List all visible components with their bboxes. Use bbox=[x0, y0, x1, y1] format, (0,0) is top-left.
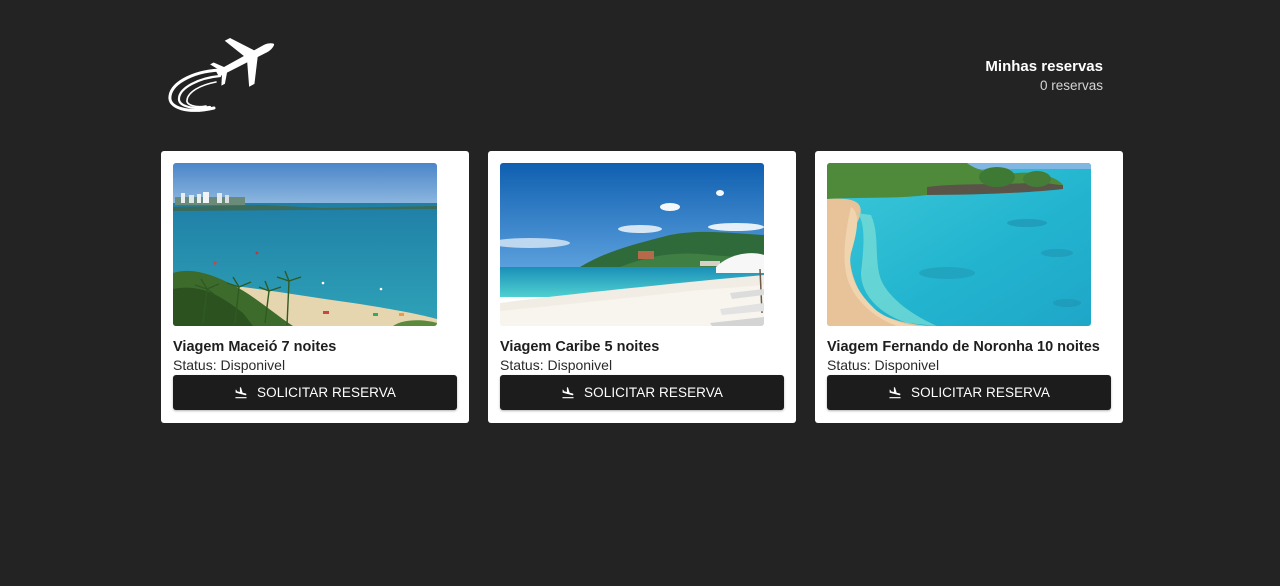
trip-cards: Viagem Maceió 7 noites Status: Disponive… bbox=[161, 151, 1123, 423]
beach-photo-caribe bbox=[500, 163, 764, 326]
trip-card-noronha: Viagem Fernando de Noronha 10 noites Sta… bbox=[815, 151, 1123, 423]
request-reservation-button[interactable]: SOLICITAR RESERVA bbox=[173, 375, 457, 410]
trip-name: Viagem Caribe 5 noites bbox=[500, 339, 660, 355]
flight-land-icon bbox=[889, 386, 901, 398]
request-reservation-label: SOLICITAR RESERVA bbox=[584, 385, 723, 400]
beach-photo-maceio bbox=[173, 163, 437, 326]
trip-card-maceio: Viagem Maceió 7 noites Status: Disponive… bbox=[161, 151, 469, 423]
airplane-logo-icon[interactable] bbox=[166, 30, 278, 118]
my-reservations-link[interactable]: Minhas reservas 0 reservas bbox=[985, 58, 1103, 96]
flight-land-icon bbox=[235, 386, 247, 398]
my-reservations-title: Minhas reservas bbox=[985, 58, 1103, 75]
flight-land-icon bbox=[562, 386, 574, 398]
page: Minhas reservas 0 reservas Viagem Maceió… bbox=[0, 0, 1280, 586]
trip-status: Status: Disponivel bbox=[173, 357, 286, 373]
trip-status: Status: Disponivel bbox=[500, 357, 613, 373]
beach-photo-noronha bbox=[827, 163, 1091, 326]
trip-name: Viagem Maceió 7 noites bbox=[173, 339, 337, 355]
request-reservation-label: SOLICITAR RESERVA bbox=[911, 385, 1050, 400]
request-reservation-label: SOLICITAR RESERVA bbox=[257, 385, 396, 400]
trip-status: Status: Disponivel bbox=[827, 357, 940, 373]
request-reservation-button[interactable]: SOLICITAR RESERVA bbox=[827, 375, 1111, 410]
trip-card-caribe: Viagem Caribe 5 noites Status: Disponive… bbox=[488, 151, 796, 423]
request-reservation-button[interactable]: SOLICITAR RESERVA bbox=[500, 375, 784, 410]
reservations-count: 0 reservas bbox=[1039, 78, 1103, 93]
trip-name: Viagem Fernando de Noronha 10 noites bbox=[827, 339, 1100, 355]
